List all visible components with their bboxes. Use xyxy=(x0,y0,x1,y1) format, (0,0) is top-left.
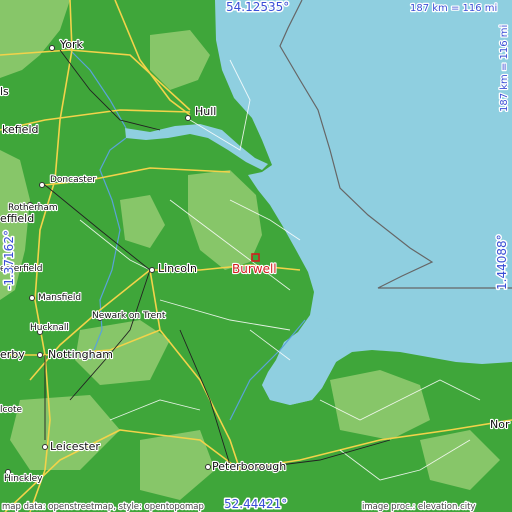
coord-left: -1.37162° xyxy=(2,230,16,290)
label-hucknall: Hucknall xyxy=(30,323,69,333)
label-leicester: Leicester xyxy=(50,440,100,453)
credit-image-proc: image proc.: elevation.city xyxy=(362,502,475,512)
label-hinckley: Hinckley xyxy=(4,474,43,484)
label-target-burwell: Burwell xyxy=(232,262,277,276)
label-lincoln: Lincoln xyxy=(158,262,197,275)
label-norwich-cropped: Nor xyxy=(490,418,510,431)
label-sheffield-cropped: effield xyxy=(0,212,34,225)
scale-vertical: 187 km = 116 mi xyxy=(499,25,510,112)
label-leeds-cropped: ls xyxy=(0,85,9,98)
coord-top: 54.12535° xyxy=(226,0,289,14)
credit-map-data: map data: openstreetmap, style: opentopo… xyxy=(2,502,204,512)
scale-horizontal: 187 km = 116 mi xyxy=(410,3,497,14)
label-rotherham: Rotherham xyxy=(8,203,58,213)
coord-bottom: 52.44421° xyxy=(224,497,287,511)
label-coalville-cropped: lcote xyxy=(0,405,22,415)
label-derby-cropped: erby xyxy=(0,348,25,361)
label-hull: Hull xyxy=(195,105,216,118)
label-nottingham: Nottingham xyxy=(48,348,113,361)
label-doncaster: Doncaster xyxy=(50,175,96,185)
coord-right: 1.44088° xyxy=(495,234,509,290)
label-york: York xyxy=(59,38,84,51)
label-peterborough: Peterborough xyxy=(212,460,286,473)
label-wakefield-cropped: kefield xyxy=(2,123,38,136)
map-canvas[interactable]: ls kefield effield esterfield erby lcote… xyxy=(0,0,512,512)
label-newark: Newark on Trent xyxy=(92,311,166,321)
label-mansfield: Mansfield xyxy=(38,293,81,303)
